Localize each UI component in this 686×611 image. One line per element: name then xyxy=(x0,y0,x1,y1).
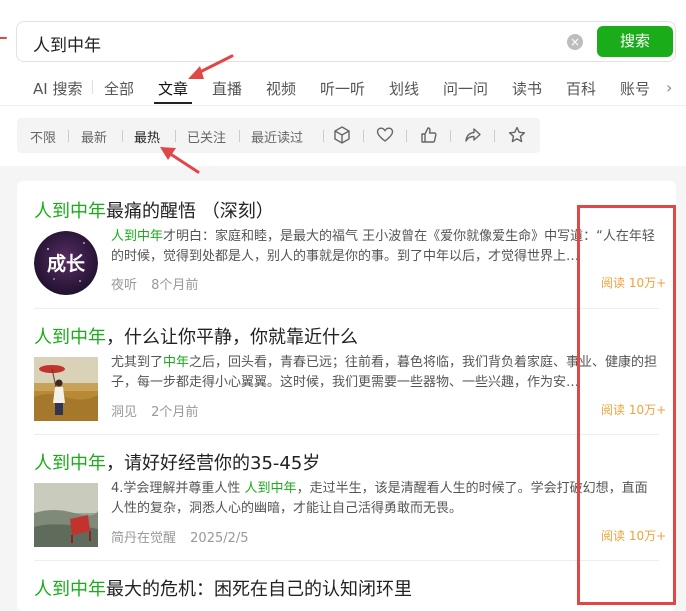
annotation-arrows xyxy=(0,37,234,174)
annotation-arrow-filter xyxy=(170,153,200,174)
